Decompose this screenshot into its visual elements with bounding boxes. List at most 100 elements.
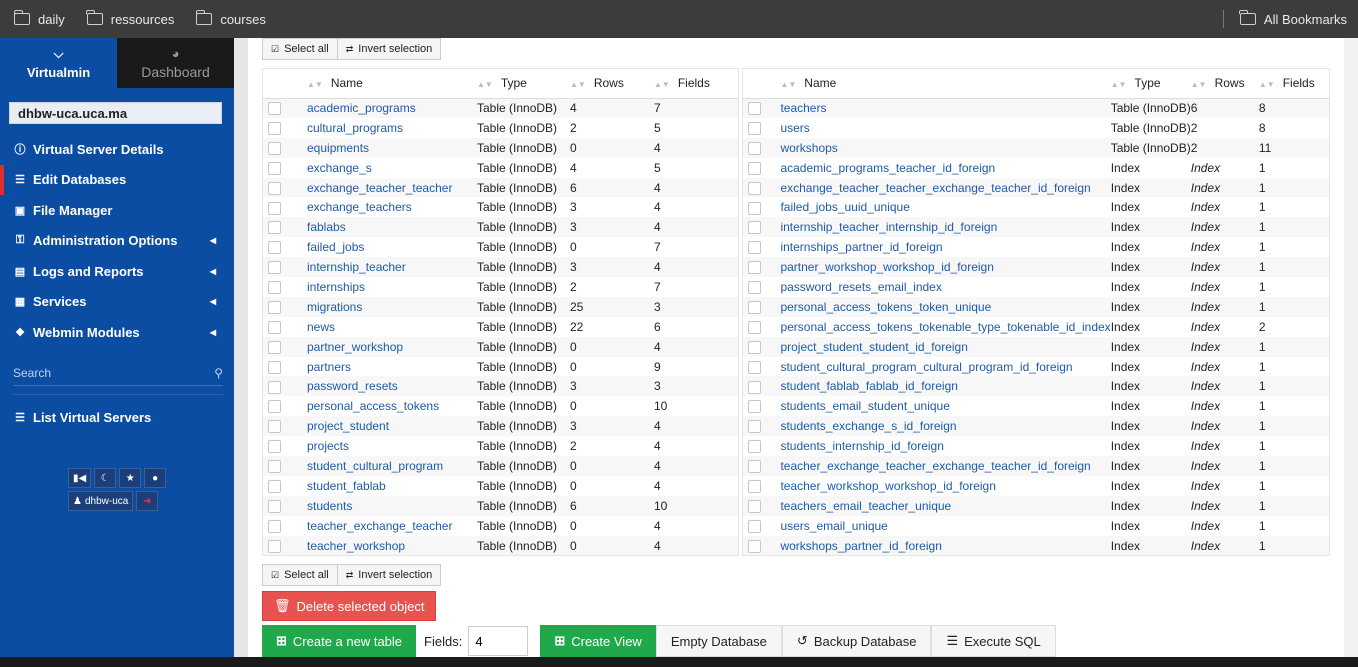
- row-checkbox[interactable]: [268, 480, 281, 494]
- row-checkbox[interactable]: [748, 320, 761, 334]
- sidebar-item-administration-options[interactable]: ⚿ Administration Options ◀: [0, 226, 234, 257]
- row-checkbox[interactable]: [748, 122, 761, 135]
- row-checkbox[interactable]: [748, 181, 761, 195]
- invert-selection-button[interactable]: ⇄ Invert selection: [337, 38, 442, 60]
- row-checkbox[interactable]: [268, 201, 281, 215]
- table-link[interactable]: project_student: [307, 419, 389, 433]
- sidebar-item-webmin-modules[interactable]: ❖ Webmin Modules ◀: [0, 317, 234, 348]
- table-link[interactable]: personal_access_tokens_tokenable_type_to…: [780, 320, 1110, 334]
- row-checkbox[interactable]: [268, 420, 281, 434]
- domain-select[interactable]: dhbw-uca.uca.ma: [9, 102, 222, 124]
- row-checkbox[interactable]: [748, 261, 761, 275]
- row-checkbox[interactable]: [268, 360, 281, 374]
- table-link[interactable]: students: [307, 499, 352, 513]
- table-link[interactable]: student_cultural_program: [307, 459, 443, 473]
- row-checkbox[interactable]: [748, 241, 761, 255]
- table-link[interactable]: teacher_workshop_workshop_id_foreign: [780, 479, 995, 493]
- header-rows[interactable]: ▲▼ Rows: [570, 69, 654, 99]
- sidebar-item-services[interactable]: ▦ Services ◀: [0, 287, 234, 318]
- table-link[interactable]: news: [307, 320, 335, 334]
- row-checkbox[interactable]: [268, 460, 281, 474]
- table-link[interactable]: equipments: [307, 141, 369, 155]
- table-link[interactable]: partners: [307, 360, 351, 374]
- backup-database-button[interactable]: ↺ Backup Database: [781, 625, 932, 657]
- row-checkbox[interactable]: [748, 499, 761, 513]
- tab-dashboard[interactable]: ◕ Dashboard: [117, 38, 234, 88]
- table-link[interactable]: academic_programs_teacher_id_foreign: [780, 161, 995, 175]
- row-checkbox[interactable]: [268, 241, 281, 255]
- create-table-button[interactable]: ⊞ Create a new table: [262, 625, 417, 657]
- create-view-button[interactable]: ⊞ Create View: [540, 625, 656, 657]
- table-link[interactable]: cultural_programs: [307, 121, 403, 135]
- table-link[interactable]: internships: [307, 280, 365, 294]
- row-checkbox[interactable]: [268, 181, 281, 195]
- row-checkbox[interactable]: [268, 519, 281, 533]
- sidebar-item-edit-databases[interactable]: ☰ Edit Databases: [0, 164, 234, 195]
- row-checkbox[interactable]: [268, 281, 281, 295]
- table-link[interactable]: teacher_exchange_teacher_exchange_teache…: [780, 459, 1090, 473]
- all-bookmarks[interactable]: All Bookmarks: [1222, 0, 1351, 38]
- table-link[interactable]: fablabs: [307, 220, 346, 234]
- row-checkbox[interactable]: [748, 480, 761, 494]
- table-link[interactable]: users: [780, 121, 809, 135]
- bookmark-ressources[interactable]: ressources: [86, 10, 174, 27]
- table-link[interactable]: workshops: [780, 141, 837, 155]
- table-link[interactable]: exchange_teachers: [307, 200, 412, 214]
- table-link[interactable]: partner_workshop_workshop_id_foreign: [780, 260, 993, 274]
- table-link[interactable]: projects: [307, 439, 349, 453]
- row-checkbox[interactable]: [748, 340, 761, 354]
- table-link[interactable]: students_internship_id_foreign: [780, 439, 943, 453]
- table-link[interactable]: personal_access_tokens: [307, 399, 439, 413]
- table-link[interactable]: failed_jobs_uuid_unique: [780, 200, 909, 214]
- row-checkbox[interactable]: [748, 301, 761, 315]
- empty-database-button[interactable]: Empty Database: [655, 625, 782, 657]
- table-link[interactable]: migrations: [307, 300, 362, 314]
- delete-selected-button[interactable]: 🗑 Delete selected object: [262, 591, 437, 621]
- table-link[interactable]: failed_jobs: [307, 240, 364, 254]
- table-link[interactable]: exchange_teacher_teacher: [307, 181, 452, 195]
- row-checkbox[interactable]: [268, 122, 281, 135]
- tab-virtualmin[interactable]: ⌵ Virtualmin: [0, 38, 117, 88]
- collapse-icon[interactable]: ▮◀: [68, 468, 92, 488]
- table-link[interactable]: internship_teacher: [307, 260, 406, 274]
- table-link[interactable]: password_resets: [307, 379, 398, 393]
- table-link[interactable]: students_exchange_s_id_foreign: [780, 419, 956, 433]
- table-link[interactable]: students_email_student_unique: [780, 399, 949, 413]
- row-checkbox[interactable]: [748, 380, 761, 394]
- table-link[interactable]: student_cultural_program_cultural_progra…: [780, 360, 1072, 374]
- header-type[interactable]: ▲▼ Type: [1110, 69, 1191, 99]
- table-link[interactable]: exchange_s: [307, 161, 372, 175]
- moon-icon[interactable]: ☾: [94, 468, 117, 488]
- user-button[interactable]: ♟ dhbw-uca: [68, 491, 134, 511]
- sidebar-search[interactable]: Search ⚲: [13, 362, 223, 386]
- select-all-button[interactable]: ☑ Select all: [262, 38, 338, 60]
- row-checkbox[interactable]: [268, 261, 281, 275]
- row-checkbox[interactable]: [748, 519, 761, 533]
- sidebar-item-logs-and-reports[interactable]: ▤ Logs and Reports ◀: [0, 256, 234, 287]
- row-checkbox[interactable]: [748, 102, 761, 116]
- bookmark-daily[interactable]: daily: [13, 10, 65, 27]
- row-checkbox[interactable]: [748, 460, 761, 474]
- palette-icon[interactable]: ●: [144, 468, 167, 488]
- star-icon[interactable]: ★: [119, 468, 142, 488]
- execute-sql-button[interactable]: ☰ Execute SQL: [931, 625, 1056, 657]
- table-link[interactable]: partner_workshop: [307, 340, 403, 354]
- page-scrollbar[interactable]: [1344, 38, 1358, 657]
- row-checkbox[interactable]: [748, 360, 761, 374]
- table-link[interactable]: teacher_workshop: [307, 539, 405, 553]
- header-rows[interactable]: ▲▼ Rows: [1190, 69, 1259, 99]
- row-checkbox[interactable]: [268, 539, 281, 553]
- row-checkbox[interactable]: [748, 400, 761, 414]
- sidebar-item-file-manager[interactable]: ▣ File Manager: [0, 195, 234, 226]
- sidebar-item-list-virtual-servers[interactable]: ☰ List Virtual Servers: [0, 403, 234, 434]
- row-checkbox[interactable]: [748, 420, 761, 434]
- table-link[interactable]: teachers: [780, 101, 826, 115]
- row-checkbox[interactable]: [748, 281, 761, 295]
- table-link[interactable]: student_fablab: [307, 479, 386, 493]
- row-checkbox[interactable]: [268, 340, 281, 354]
- table-link[interactable]: exchange_teacher_teacher_exchange_teache…: [780, 181, 1090, 195]
- row-checkbox[interactable]: [748, 141, 761, 155]
- row-checkbox[interactable]: [748, 539, 761, 553]
- row-checkbox[interactable]: [268, 141, 281, 155]
- sidebar-item-virtual-server-details[interactable]: ⓘ Virtual Server Details: [0, 134, 234, 165]
